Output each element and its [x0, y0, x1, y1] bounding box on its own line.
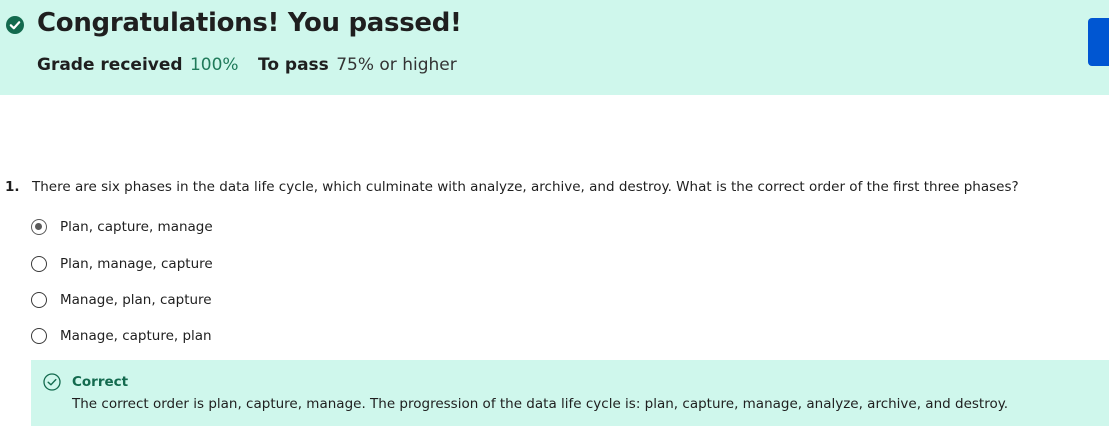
answer-option-label: Plan, capture, manage [60, 219, 213, 235]
check-circle-icon [6, 16, 24, 34]
feedback-text: The correct order is plan, capture, mana… [72, 396, 1009, 412]
answer-option-3[interactable]: Manage, plan, capture [31, 290, 212, 310]
radio-button-selected[interactable] [31, 219, 47, 235]
radio-button[interactable] [31, 256, 47, 272]
answer-option-4[interactable]: Manage, capture, plan [31, 326, 212, 346]
feedback-panel: Correct The correct order is plan, captu… [31, 360, 1109, 426]
answer-option-label: Manage, capture, plan [60, 328, 212, 344]
question-number: 1. [5, 179, 20, 195]
question-text: There are six phases in the data life cy… [32, 179, 1019, 195]
banner-title: Congratulations! You passed! [37, 8, 462, 38]
feedback-title: Correct [72, 374, 129, 390]
grade-summary: Grade received 100% To pass 75% or highe… [37, 55, 457, 75]
result-banner: Congratulations! You passed! Grade recei… [0, 0, 1109, 95]
next-item-button[interactable] [1088, 18, 1109, 66]
grade-received-value: 100% [189, 55, 239, 75]
radio-button[interactable] [31, 328, 47, 344]
radio-button[interactable] [31, 292, 47, 308]
to-pass-label: To pass [257, 55, 329, 75]
check-circle-outline-icon [43, 373, 61, 391]
answer-option-1[interactable]: Plan, capture, manage [31, 217, 213, 237]
answer-option-label: Plan, manage, capture [60, 256, 213, 272]
question-1: 1. There are six phases in the data life … [5, 179, 1019, 195]
grade-received-label: Grade received [37, 55, 183, 75]
answer-option-2[interactable]: Plan, manage, capture [31, 254, 213, 274]
to-pass-value: 75% or higher [336, 55, 457, 75]
answer-option-label: Manage, plan, capture [60, 292, 212, 308]
